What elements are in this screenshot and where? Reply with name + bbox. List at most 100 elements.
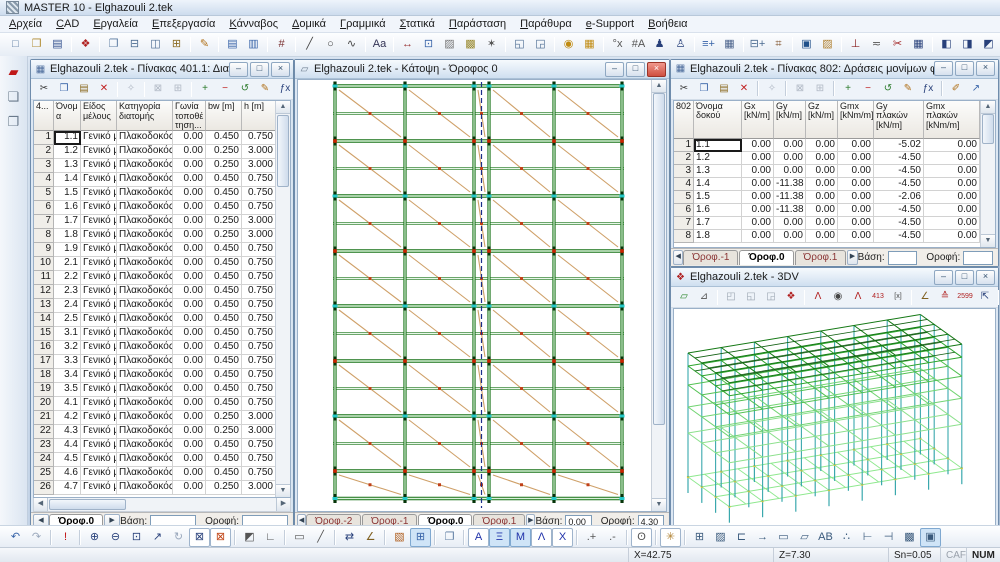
row-number-cell[interactable]: 14 [34,313,54,327]
render-icon[interactable]: ▨ [817,35,838,54]
table-cell[interactable]: 0.00 [838,165,874,178]
protractor-icon[interactable]: ∠ [360,528,381,547]
copy-icon[interactable]: ❐ [103,35,124,54]
table-cell[interactable]: 0.750 [242,467,276,481]
tab-scroll-left[interactable]: ◀ [673,250,683,265]
corner-view-icon[interactable]: ∟ [260,528,281,547]
release-icon[interactable]: ✂ [887,35,908,54]
hatch-icon[interactable]: ▨ [439,35,460,54]
labels-member-icon[interactable]: Λ [848,288,868,306]
window-titlebar[interactable]: ▱ Elghazouli 2.tek - Κάτοψη - Όροφος 0 –… [295,60,669,79]
table-cell[interactable]: 4.7 [54,481,81,495]
window-titlebar[interactable]: ▦ Elghazouli 2.tek - Πίνακας 802: Δράσει… [671,60,998,79]
table-cell[interactable]: 0.00 [173,187,206,201]
table-cell[interactable]: 1.3 [54,159,81,173]
table-cell[interactable]: 0.00 [173,159,206,173]
table-cell[interactable]: Πλακοδοκός [117,397,173,411]
table-cell[interactable]: 1.8 [54,229,81,243]
table-cell[interactable]: 0.750 [242,341,276,355]
table-cell[interactable]: 0.250 [206,159,242,173]
table-cell[interactable]: 2.1 [54,257,81,271]
row-number-cell[interactable]: 17 [34,355,54,369]
minimize-button[interactable]: – [934,61,953,76]
table-cell[interactable]: 0.00 [742,152,774,165]
snap-arrow-icon[interactable]: → [752,528,773,547]
table-cell[interactable]: 0.00 [774,230,806,243]
table-cell[interactable]: 0.750 [242,299,276,313]
zoom-extents-icon[interactable]: ⊠ [189,528,210,547]
table-cell[interactable]: 2.3 [54,285,81,299]
table-cell[interactable]: -4.50 [874,230,924,243]
menu-item-δομικά[interactable]: Δομικά [285,17,333,31]
draw-circle-icon[interactable]: ○ [320,35,341,54]
grid-table-icon[interactable]: ⊞ [410,528,431,547]
table-cell[interactable]: Γενικό μέ [81,243,117,257]
close-button[interactable]: × [647,62,666,77]
table-cell[interactable]: 0.00 [838,230,874,243]
table-cell[interactable]: 1.6 [694,204,742,217]
table-cell[interactable]: 1.1 [694,139,742,152]
edit-colored-icon[interactable]: ▧ [389,528,410,547]
table-cell[interactable]: 0.00 [742,217,774,230]
print-preview-icon[interactable]: ◫ [145,35,166,54]
snap-grid-icon[interactable]: ⊞ [689,528,710,547]
export-view-icon[interactable]: ◱ [509,35,530,54]
menu-item-παράθυρα[interactable]: Παράθυρα [513,17,579,31]
menu-item-παράσταση[interactable]: Παράσταση [442,17,513,31]
table-cell[interactable]: 0.750 [242,201,276,215]
table-cell[interactable]: Πλακοδοκός [117,131,173,145]
layer-m-icon[interactable]: M [510,528,531,547]
table-cell[interactable]: 0.00 [173,383,206,397]
table-cell[interactable]: 1.7 [54,215,81,229]
column-header[interactable]: Gx [kN/m] [742,101,774,139]
table-cell[interactable]: Γενικό μέ [81,271,117,285]
menu-item-γραμμικά[interactable]: Γραμμικά [333,17,393,31]
cut-icon[interactable]: ✂ [674,80,694,98]
member-table-icon[interactable]: ▦ [908,35,929,54]
table-cell[interactable]: 0.00 [774,152,806,165]
table-cell[interactable]: 0.450 [206,257,242,271]
edit-cell-icon[interactable]: ✎ [898,80,918,98]
maximize-button[interactable]: □ [250,62,269,77]
table-cell[interactable]: 0.00 [924,139,980,152]
zoom-dynamic-icon[interactable]: ↻ [168,528,189,547]
table-cell[interactable]: Γενικό μέ [81,285,117,299]
vertical-scrollbar[interactable]: ▲▼ [275,101,290,497]
layer-xi-icon[interactable]: Ξ [489,528,510,547]
table-cell[interactable]: 0.750 [242,257,276,271]
table-cell[interactable]: Πλακοδοκός [117,187,173,201]
row-number-cell[interactable]: 4 [34,173,54,187]
render-solid-icon[interactable]: ❖ [781,288,801,306]
table-cell[interactable]: 0.450 [206,327,242,341]
row-number-cell[interactable]: 5 [34,187,54,201]
window-front-icon[interactable]: ◨ [957,35,978,54]
add-row-icon[interactable]: + [838,80,858,98]
menu-item-επεξεργασία[interactable]: Επεξεργασία [145,17,222,31]
table-cell[interactable]: 0.750 [242,383,276,397]
scroll-right-arrow[interactable]: ▶ [276,498,290,511]
table-cell[interactable]: Πλακοδοκός [117,299,173,313]
table-cell[interactable]: 0.450 [206,383,242,397]
scroll-down-arrow[interactable]: ▼ [981,234,995,247]
dimension-icon[interactable]: ↔ [397,35,418,54]
axes-icon[interactable]: ⇱ [975,288,995,306]
snap-settings-icon[interactable]: ▣ [920,528,941,547]
menu-item-στατικά[interactable]: Στατικά [393,17,442,31]
column-header[interactable]: Γωνία τοποθέ τηση... [173,101,206,131]
table-cell[interactable]: 1.8 [694,230,742,243]
row-number-cell[interactable]: 10 [34,257,54,271]
row-number-cell[interactable]: 2 [34,145,54,159]
delete-row-icon[interactable]: ✕ [94,80,114,98]
column-header[interactable]: h [m] [242,101,276,131]
close-button[interactable]: × [976,61,995,76]
new-file-icon[interactable]: □ [5,35,26,54]
row-number-cell[interactable]: 1 [674,139,694,152]
edit-pencil-icon[interactable]: ✎ [194,35,215,54]
table-cell[interactable]: 0.00 [173,257,206,271]
table-cell[interactable]: 0.00 [806,139,838,152]
window-plan-icon[interactable]: ◧ [936,35,957,54]
base-field[interactable] [888,251,918,265]
copy-icon[interactable]: ❐ [694,80,714,98]
scroll-thumb[interactable] [277,115,289,187]
column-header[interactable]: Είδος μέλους [81,101,117,131]
